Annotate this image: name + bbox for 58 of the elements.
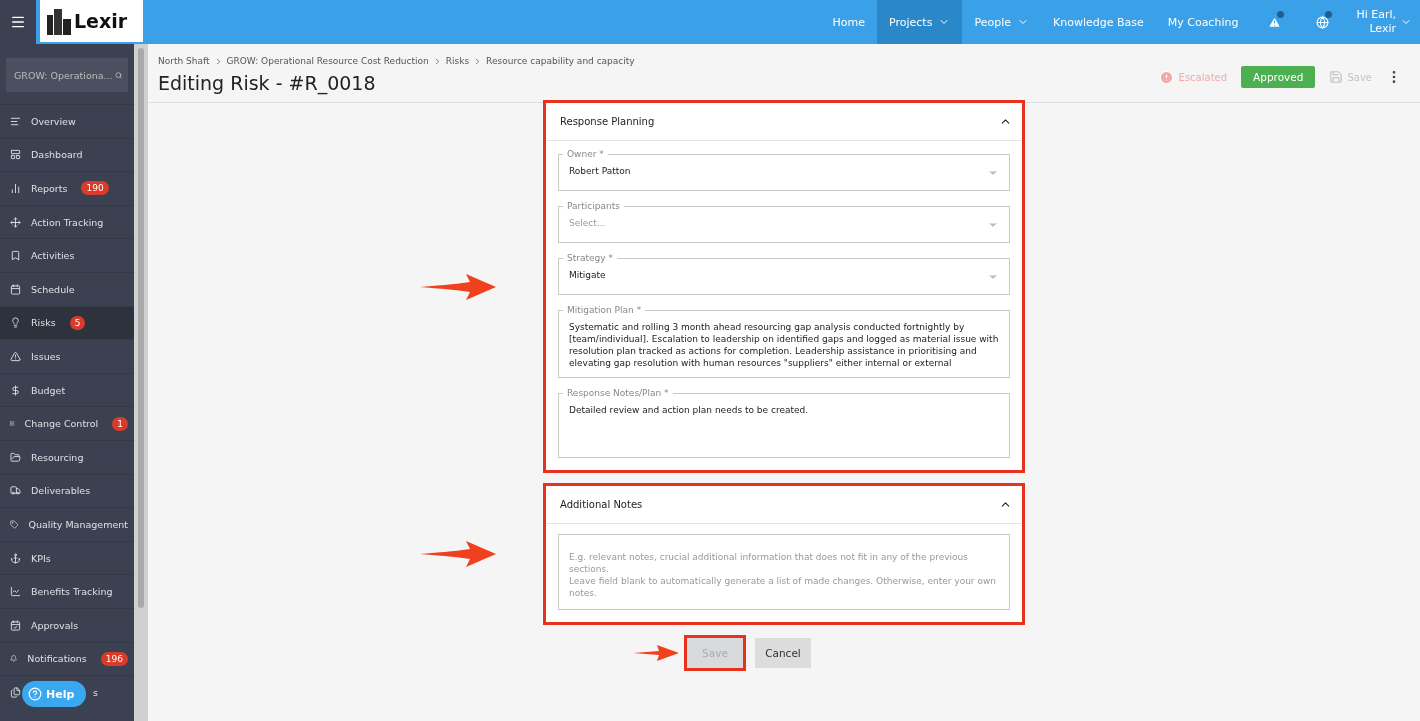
truck-icon xyxy=(10,485,21,497)
scrollbar[interactable] xyxy=(134,44,148,721)
chevron-icon xyxy=(215,56,221,66)
dollar-icon xyxy=(10,384,21,396)
count-badge: 5 xyxy=(69,315,86,330)
breadcrumb-link[interactable]: Resource capability and capacity xyxy=(486,56,635,66)
line-chart-icon xyxy=(10,586,21,598)
count-badge: 1 xyxy=(112,416,128,431)
escalated-status: Escalated xyxy=(1158,69,1228,85)
chevron-icon xyxy=(475,56,481,66)
notification-dot xyxy=(1325,11,1333,18)
question-icon xyxy=(28,687,42,701)
text-area[interactable]: Response Notes/Plan * Detailed review and action plan needs to be created. xyxy=(558,388,1010,458)
field-label: Participants xyxy=(566,201,621,211)
tag-icon xyxy=(10,518,19,530)
globe-icon xyxy=(1315,15,1329,29)
alert-icon xyxy=(1158,69,1174,85)
breadcrumb-link[interactable]: North Shaft xyxy=(158,56,210,66)
dashboard-icon xyxy=(10,149,21,161)
field-label: Mitigation Plan * xyxy=(566,305,643,315)
menu-button[interactable] xyxy=(0,0,36,44)
search-field[interactable]: GROW: Operationa... xyxy=(6,58,128,92)
lightbulb-icon xyxy=(10,317,21,329)
field-label: Strategy * xyxy=(566,253,614,263)
bookmark-icon xyxy=(10,250,21,262)
breadcrumb-link[interactable]: Risks xyxy=(445,56,470,66)
cancel-button[interactable]: Cancel xyxy=(755,638,811,668)
warning-icon xyxy=(1267,15,1281,29)
sidebar-item[interactable]: Notifications 196 xyxy=(0,641,134,676)
move-arrows-icon xyxy=(10,216,21,228)
field-label: Owner * xyxy=(566,149,605,159)
breadcrumb-link[interactable]: GROW: Operational Resource Cost Reduction xyxy=(226,56,429,66)
bar-chart-icon xyxy=(10,183,21,194)
menu-icon xyxy=(10,14,26,30)
chevron-icon xyxy=(434,56,440,66)
calendar-icon xyxy=(10,283,21,295)
folder-icon xyxy=(10,451,21,463)
sidebar-item[interactable]: Reports 190 xyxy=(0,171,134,205)
bell-icon xyxy=(10,653,18,665)
text-area[interactable]: Mitigation Plan * Systematic and rolling 3 month ahead resourcing gap analysis conducted fortnightly by [team/individual]. Escalation to leadership on identified gaps and logged as material issue with resolution plan tracked as actions for completion. Leadership assistance in prioritising and elevating gap resolution with human resources "suppliers" either internal or external xyxy=(558,305,1010,378)
select-field[interactable]: Owner * Robert Patton xyxy=(558,149,1010,191)
nav-link[interactable]: Projects xyxy=(877,0,963,44)
count-badge: 196 xyxy=(100,651,128,666)
files-icon xyxy=(10,686,21,698)
page-title: Editing Risk - #R_0018 xyxy=(158,72,377,94)
sidebar-item[interactable]: Risks 5 xyxy=(0,305,134,340)
floppy-icon xyxy=(1329,70,1344,84)
calendar-check-icon xyxy=(10,619,21,631)
select-field[interactable]: Participants Select... xyxy=(558,201,1010,243)
warning-icon xyxy=(10,350,21,362)
logo: Lexir xyxy=(40,0,143,42)
building-icon xyxy=(46,7,72,35)
lines-icon xyxy=(10,115,21,127)
select-field[interactable]: Strategy * Mitigate xyxy=(558,253,1010,295)
field-label: Response Notes/Plan * xyxy=(566,388,670,398)
notification-dot xyxy=(1277,11,1285,18)
anchor-icon xyxy=(10,552,21,564)
count-badge: 190 xyxy=(81,181,109,196)
